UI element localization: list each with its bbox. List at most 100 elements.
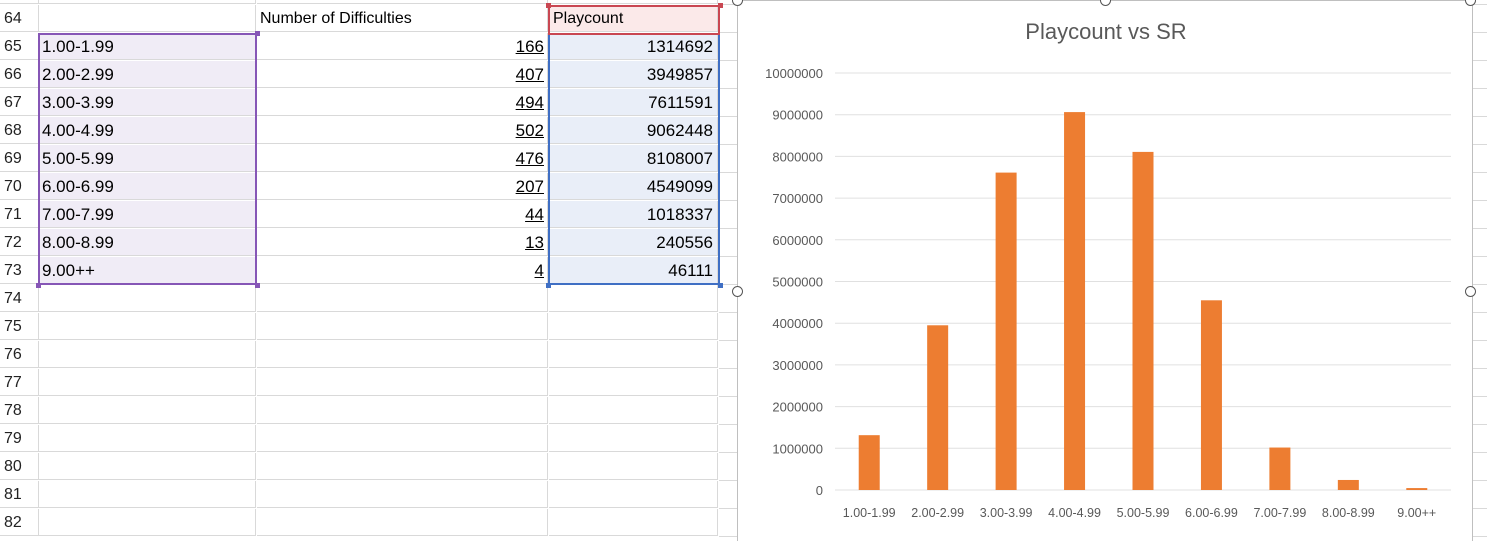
cell-sr-range[interactable]: 4.00-4.99 [39, 117, 256, 144]
cell-sr-range[interactable]: 1.00-1.99 [39, 33, 256, 60]
cell[interactable] [39, 425, 256, 452]
cell[interactable] [39, 397, 256, 424]
cell[interactable] [257, 0, 548, 4]
cell-difficulties[interactable]: 44 [257, 201, 548, 228]
cell-playcount[interactable]: 3949857 [549, 61, 718, 88]
row-number[interactable]: 71 [0, 201, 39, 228]
cell-sr-range[interactable]: 6.00-6.99 [39, 173, 256, 200]
cell[interactable] [257, 509, 548, 536]
cell-difficulties[interactable]: 494 [257, 89, 548, 116]
cell-difficulties[interactable]: 207 [257, 173, 548, 200]
row-number[interactable] [0, 0, 39, 4]
range-handle[interactable] [36, 283, 41, 288]
bar[interactable] [927, 325, 949, 490]
cell[interactable] [39, 453, 256, 480]
cell[interactable] [549, 0, 718, 4]
bar[interactable] [1269, 447, 1291, 490]
range-handle[interactable] [255, 31, 260, 36]
range-handle[interactable] [718, 283, 723, 288]
cell-sr-range[interactable]: 8.00-8.99 [39, 229, 256, 256]
row-number[interactable]: 69 [0, 145, 39, 172]
cell-playcount[interactable]: 46111 [549, 257, 718, 284]
cell[interactable] [549, 453, 718, 480]
cell[interactable] [39, 0, 256, 4]
cell-sr-range[interactable]: 9.00++ [39, 257, 256, 284]
row-number[interactable]: 65 [0, 33, 39, 60]
cell[interactable] [257, 481, 548, 508]
cell-difficulties[interactable]: 4 [257, 257, 548, 284]
row-number[interactable]: 66 [0, 61, 39, 88]
row-number[interactable]: 81 [0, 481, 39, 508]
row-number[interactable]: 64 [0, 5, 39, 32]
cell-difficulties[interactable]: 13 [257, 229, 548, 256]
cell-sr-range[interactable]: 2.00-2.99 [39, 61, 256, 88]
bar[interactable] [1200, 300, 1222, 490]
cell[interactable] [257, 369, 548, 396]
row-number[interactable]: 70 [0, 173, 39, 200]
cell[interactable] [257, 425, 548, 452]
cell-playcount[interactable]: 240556 [549, 229, 718, 256]
row-number[interactable]: 82 [0, 509, 39, 536]
row-number[interactable]: 72 [0, 229, 39, 256]
cell-playcount[interactable]: 4549099 [549, 173, 718, 200]
cell-a-header[interactable] [39, 5, 256, 32]
row-number[interactable]: 73 [0, 257, 39, 284]
range-handle[interactable] [255, 283, 260, 288]
cell[interactable] [549, 509, 718, 536]
cell[interactable] [549, 341, 718, 368]
row-number[interactable]: 78 [0, 397, 39, 424]
cell[interactable] [257, 341, 548, 368]
chart-resize-handle[interactable] [732, 286, 743, 297]
cell[interactable] [39, 369, 256, 396]
cell[interactable] [39, 313, 256, 340]
bar[interactable] [1132, 151, 1154, 490]
row-number[interactable]: 68 [0, 117, 39, 144]
range-handle[interactable] [718, 3, 723, 8]
row-number[interactable]: 74 [0, 285, 39, 312]
cell[interactable] [39, 341, 256, 368]
cell[interactable] [549, 481, 718, 508]
row-number[interactable]: 79 [0, 425, 39, 452]
range-handle[interactable] [546, 3, 551, 8]
cell-playcount-header[interactable]: Playcount [549, 5, 718, 32]
cell-difficulties[interactable]: 476 [257, 145, 548, 172]
cell[interactable] [257, 313, 548, 340]
cell-playcount[interactable]: 1018337 [549, 201, 718, 228]
cell-difficulties-header[interactable]: Number of Difficulties [257, 5, 548, 32]
range-handle[interactable] [546, 283, 551, 288]
row-number[interactable]: 76 [0, 341, 39, 368]
bar[interactable] [995, 172, 1017, 490]
cell-difficulties[interactable]: 166 [257, 33, 548, 60]
cell-sr-range[interactable]: 7.00-7.99 [39, 201, 256, 228]
cell-difficulties[interactable]: 407 [257, 61, 548, 88]
cell[interactable] [549, 369, 718, 396]
row-number[interactable]: 75 [0, 313, 39, 340]
bar[interactable] [1064, 112, 1086, 490]
cell[interactable] [549, 285, 718, 312]
bar-chart[interactable]: Playcount vs SR 0 1000000 2000000 3000000 40… [737, 0, 1473, 541]
row-number[interactable]: 77 [0, 369, 39, 396]
cell[interactable] [257, 453, 548, 480]
bar[interactable] [858, 435, 880, 490]
cell[interactable] [549, 313, 718, 340]
cell[interactable] [257, 397, 548, 424]
cell[interactable] [39, 509, 256, 536]
chart-resize-handle[interactable] [1465, 286, 1476, 297]
cell-playcount[interactable]: 9062448 [549, 117, 718, 144]
cell-sr-range[interactable]: 5.00-5.99 [39, 145, 256, 172]
cell-playcount[interactable]: 1314692 [549, 33, 718, 60]
bar[interactable] [1337, 479, 1359, 490]
cell-playcount[interactable]: 7611591 [549, 89, 718, 116]
cell-playcount[interactable]: 8108007 [549, 145, 718, 172]
bar[interactable] [1406, 488, 1428, 490]
cell[interactable] [549, 397, 718, 424]
cell-sr-range[interactable]: 3.00-3.99 [39, 89, 256, 116]
cell[interactable] [39, 481, 256, 508]
row-number[interactable]: 67 [0, 89, 39, 116]
row-number[interactable]: 80 [0, 453, 39, 480]
cell[interactable] [549, 425, 718, 452]
cell[interactable] [39, 285, 256, 312]
cell[interactable] [257, 285, 548, 312]
cell-difficulties[interactable]: 502 [257, 117, 548, 144]
chart-plot-area[interactable]: 0 1000000 2000000 3000000 4000000 5000000 6000… [738, 1, 1474, 542]
